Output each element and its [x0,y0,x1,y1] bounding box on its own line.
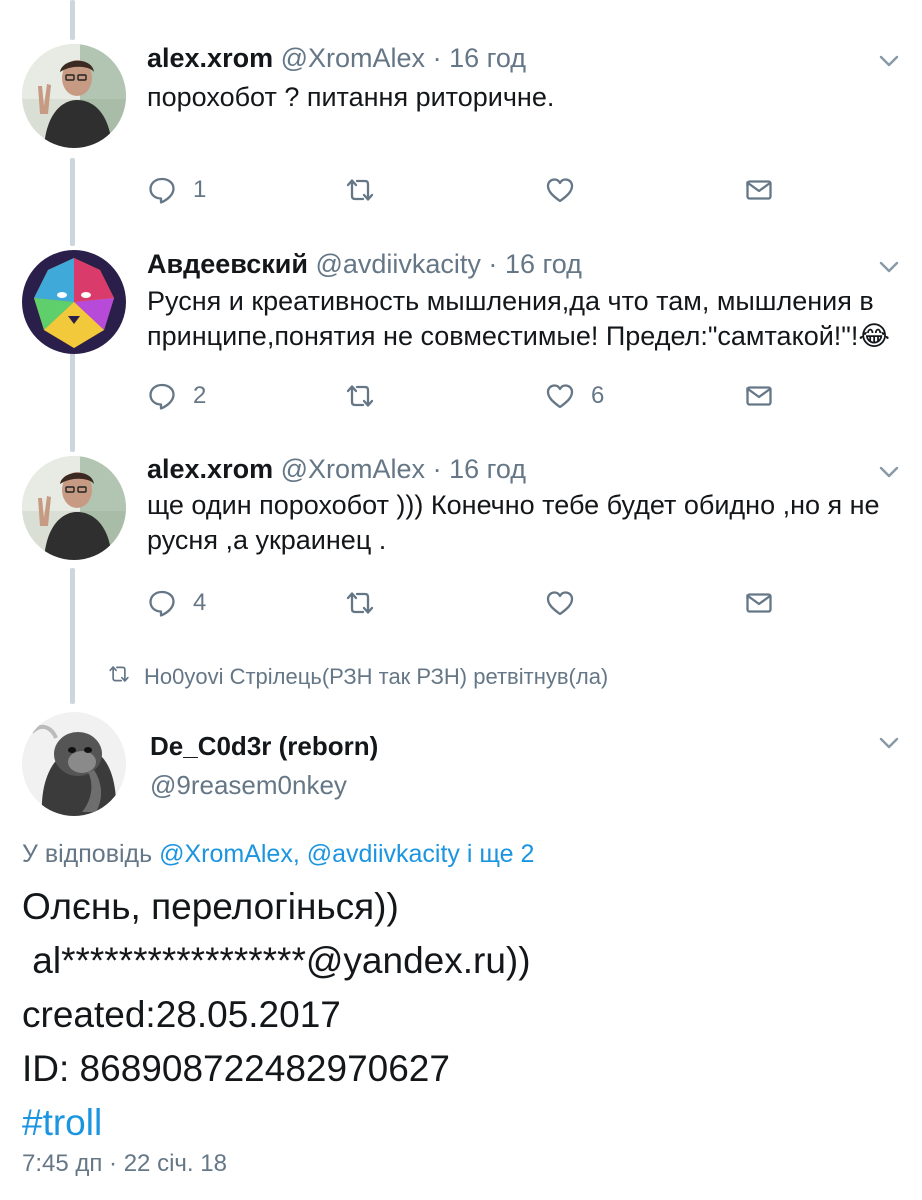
reply-prefix: У відповідь [22,840,153,868]
reply-button[interactable]: 1 [147,174,206,206]
tweet-actions: 4 [147,587,787,619]
tweet-text: Олєнь, перелогінься)) al****************… [22,880,902,1150]
hashtag-link[interactable]: #troll [22,1096,902,1150]
mail-icon [744,588,774,618]
username[interactable]: @avdiivkacity [315,249,480,279]
reply-count: 1 [193,176,207,203]
direct-message-button[interactable] [744,174,774,206]
timestamp[interactable]: 16 год [449,454,526,484]
retweet-context[interactable]: Ho0yovi Стрілець(РЗН так РЗН) ретвітнув(… [108,663,608,691]
tweet-header: alex.xrom @XromAlex · 16 год [147,42,526,74]
like-button[interactable] [545,174,575,206]
reply-count: 2 [193,382,207,409]
display-name[interactable]: Авдеевский [147,249,308,279]
reply-context: У відповідь @XromAlex, @avdiivkacity і щ… [22,840,534,869]
retweet-button[interactable] [345,174,375,206]
thread-line [70,568,75,704]
username[interactable]: @XromAlex [281,43,425,73]
separator-dot: · [432,43,442,73]
tweet-timestamp[interactable]: 7:45 дп · 22 січ. 18 [22,1150,227,1178]
reply-icon [147,175,177,205]
username[interactable]: @9reasem0nkey [150,770,347,801]
avatar[interactable] [22,44,126,148]
display-name[interactable]: alex.xrom [147,454,273,484]
retweet-icon [345,175,375,205]
direct-message-button[interactable] [744,587,774,619]
direct-message-button[interactable] [744,380,774,412]
avatar[interactable] [22,250,126,354]
heart-icon [545,175,575,205]
reply-button[interactable]: 4 [147,587,206,619]
reply-icon [147,381,177,411]
mail-icon [744,381,774,411]
separator-dot: · [488,249,498,279]
like-count: 6 [591,382,605,409]
tweet-text-line: ID: 868908722482970627 [22,1048,450,1089]
display-name[interactable]: alex.xrom [147,43,273,73]
heart-icon [545,588,575,618]
tweet-text: Русня и креативность мышления,да что там… [147,286,890,351]
avatar[interactable] [22,712,126,816]
tweet-text: ще один порохобот ))) Конечно тебе будет… [147,490,880,555]
heart-icon [545,381,575,411]
timestamp[interactable]: 16 год [449,43,526,73]
chevron-down-icon[interactable] [876,459,902,485]
mail-icon [744,175,774,205]
chevron-down-icon[interactable] [876,48,902,74]
retweet-icon [108,663,144,691]
retweet-button[interactable] [345,380,375,412]
reply-count: 4 [193,589,207,616]
thread-line [70,0,75,40]
like-button[interactable] [545,587,575,619]
tweet-actions: 2 6 [147,380,787,412]
retweet-context-text: Ho0yovi Стрілець(РЗН так РЗН) ретвітнув(… [144,664,609,689]
timestamp[interactable]: 16 год [505,249,582,279]
tweet-header: Авдеевский @avdiivkacity · 16 год [147,248,582,280]
avatar[interactable] [22,456,126,560]
display-name[interactable]: De_C0d3r (reborn) [150,731,378,762]
reply-more-link[interactable]: і ще 2 [467,840,535,868]
tweet-actions: 1 [147,174,787,206]
tweet-text-line: created:28.05.2017 [22,994,341,1035]
retweet-button[interactable] [345,587,375,619]
tweet-text-line: al*****************@yandex.ru)) [22,940,531,981]
retweet-icon [345,381,375,411]
tweet-header: alex.xrom @XromAlex · 16 год [147,453,526,485]
reply-users-link[interactable]: @XromAlex, @avdiivkacity [159,840,460,868]
chevron-down-icon[interactable] [876,730,902,756]
chevron-down-icon[interactable] [876,254,902,280]
reply-icon [147,588,177,618]
tweet-text-line: Олєнь, перелогінься)) [22,886,399,927]
username[interactable]: @XromAlex [281,454,425,484]
reply-button[interactable]: 2 [147,380,206,412]
thread-line [70,158,75,246]
separator-dot: · [432,454,442,484]
like-button[interactable]: 6 [545,380,604,412]
tweet-text: порохобот ? питання риторичне. [147,82,555,112]
retweet-icon [345,588,375,618]
